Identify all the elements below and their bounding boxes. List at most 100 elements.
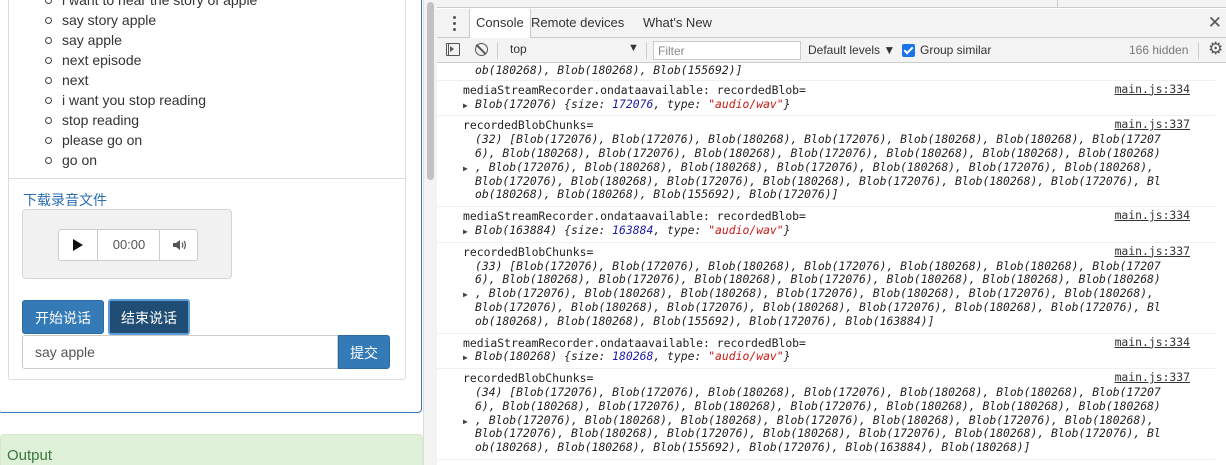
list-item: i want to hear the story of apple [44,0,257,10]
blob-size: 163884 [612,222,654,237]
array-line: 6), Blob(180268), Blob(172076), Blob(180… [475,398,1161,413]
source-link[interactable]: main.js:334 [1115,82,1190,97]
message-label: mediaStreamRecorder.ondataavailable: rec… [463,335,806,350]
message-line: ob(180268), Blob(180268), Blob(155692)] [475,63,743,77]
settings-gear-icon[interactable]: ⚙ [1208,39,1223,59]
devtools-panel: Console Remote devices What's New ✕ top … [437,0,1226,465]
source-link[interactable]: main.js:334 [1115,208,1190,223]
blob-type: "audio/wav" [708,96,784,111]
list-item: next episode [44,50,257,70]
array-line: , Blob(172076), Blob(180268), Blob(18026… [475,159,1154,174]
clear-console-icon[interactable] [475,43,488,56]
expand-arrow-icon[interactable]: ▶ [463,415,468,429]
tab-whats-new[interactable]: What's New [637,9,718,37]
message-label: mediaStreamRecorder.ondataavailable: rec… [463,82,806,97]
list-item: please go on [44,130,257,150]
expand-arrow-icon[interactable]: ▶ [463,225,468,239]
blob-object[interactable]: Blob(172076) {size: 172076, type: "audio… [475,96,791,112]
array-line: Blob(172076), Blob(180268), Blob(172076)… [475,426,1161,441]
message-label: recordedBlobChunks= [463,118,594,133]
list-item: say apple [44,30,257,50]
list-item: next [44,70,257,90]
start-speaking-button[interactable]: 开始说话 [22,300,104,334]
array-line: (34) [Blob(172076), Blob(172076), Blob(1… [475,384,1161,399]
source-link[interactable]: main.js:337 [1115,370,1190,385]
console-message: mediaStreamRecorder.ondataavailable: rec… [437,81,1215,117]
download-recording-link[interactable]: 下载录音文件 [23,190,107,210]
message-label: recordedBlobChunks= [463,371,594,386]
blob-type: "audio/wav" [708,349,784,364]
tab-console[interactable]: Console [469,9,531,39]
console-message: mediaStreamRecorder.ondataavailable: rec… [437,207,1215,243]
array-line: (33) [Blob(172076), Blob(172076), Blob(1… [475,258,1161,273]
show-sidebar-icon[interactable] [446,43,460,56]
command-input-wrapper [22,335,338,369]
blob-object[interactable]: Blob(163884) {size: 163884, type: "audio… [475,222,791,238]
blob-name: Blob(172076) [475,96,558,111]
console-toolbar: top ▼ Default levels ▼ Group similar 166… [437,38,1226,63]
console-message: recordedBlobChunks= main.js:337 (33) [Blob… [437,243,1215,334]
list-item: go on [44,150,257,170]
toolbar-divider [1198,42,1199,59]
submit-button[interactable]: 提交 [338,335,390,369]
expand-arrow-icon[interactable]: ▶ [463,162,468,176]
filter-wrapper [653,41,801,60]
blob-name: Blob(180268) [475,349,558,364]
toolbar-divider [497,42,498,59]
log-levels-dropdown[interactable]: Default levels ▼ [808,43,895,57]
volume-icon [172,240,186,250]
source-link[interactable]: main.js:337 [1115,244,1190,259]
blob-object[interactable]: Blob(180268) {size: 180268, type: "audio… [475,349,791,364]
close-icon[interactable]: ✕ [1208,13,1222,33]
devtools-upper-pane-edge [437,0,1226,8]
group-similar-label: Group similar [920,43,992,57]
group-similar-checkbox[interactable] [902,44,915,57]
command-input[interactable] [23,336,337,368]
array-line: Blob(172076), Blob(180268), Blob(172076)… [475,299,1161,314]
array-line: 6), Blob(180268), Blob(172076), Blob(180… [475,145,1161,160]
message-label: mediaStreamRecorder.ondataavailable: rec… [463,209,806,224]
array-line: , Blob(172076), Blob(180268), Blob(18026… [475,286,1154,301]
play-icon [73,239,83,251]
source-link[interactable]: main.js:334 [1115,335,1190,350]
expand-arrow-icon[interactable]: ▶ [463,288,468,302]
blob-size: 180268 [612,349,654,364]
message-label: recordedBlobChunks= [463,244,594,259]
audio-player: 00:00 [58,229,198,261]
hidden-count: 166 hidden [1129,43,1189,57]
list-item: i want you stop reading [44,90,257,110]
context-selector[interactable]: top [510,42,527,56]
array-line: , Blob(172076), Blob(180268), Blob(18026… [475,412,1154,427]
console-message: recordedBlobChunks= main.js:337 (34) [Blob… [437,369,1215,460]
console-message: recordedBlobChunks= main.js:337 (32) [Blob… [437,116,1215,208]
expand-arrow-icon[interactable]: ▶ [463,351,468,365]
console-scrollbar[interactable] [1216,64,1226,465]
array-line: Blob(172076), Blob(180268), Blob(172076)… [475,173,1161,188]
context-dropdown-icon[interactable]: ▼ [628,42,639,54]
blob-size: 172076 [612,96,654,111]
play-button[interactable] [59,230,98,260]
array-line: 6), Blob(180268), Blob(172076), Blob(180… [475,272,1161,287]
blob-name: Blob(163884) [475,222,558,237]
list-item: say story apple [44,10,257,30]
source-link[interactable]: main.js:337 [1115,118,1190,132]
tab-remote-devices[interactable]: Remote devices [525,9,630,37]
list-item: stop reading [44,110,257,130]
array-line: ob(180268), Blob(180268), Blob(155692), … [475,187,839,202]
audio-container: 00:00 [22,209,232,279]
stop-speaking-button[interactable]: 结束说话 [108,299,190,335]
volume-button[interactable] [159,230,197,260]
command-list: i want to hear the story of apple say st… [44,0,257,170]
array-line: ob(180268), Blob(180268), Blob(155692), … [475,440,1031,455]
output-panel-header: Output [0,434,423,465]
audio-time: 00:00 [112,237,146,252]
console-message: mediaStreamRecorder.ondataavailable: rec… [437,334,1215,370]
more-tabs-icon[interactable] [447,14,461,32]
toolbar-divider [646,42,647,59]
expand-arrow-icon[interactable]: ▶ [463,99,468,113]
filter-input[interactable] [654,42,800,60]
console-message: ob(180268), Blob(180268), Blob(155692)] [437,63,1215,81]
scrollbar-thumb[interactable] [427,2,434,180]
output-title: Output [7,447,53,464]
page-scrollbar[interactable] [423,0,437,465]
